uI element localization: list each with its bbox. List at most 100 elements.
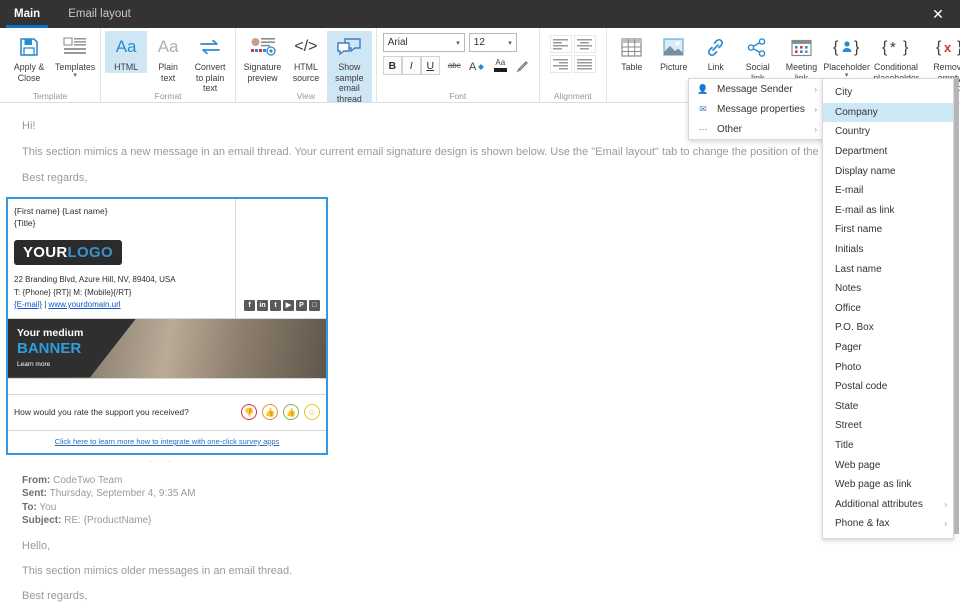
meeting-link-button[interactable]: Meeting link	[779, 31, 824, 83]
close-icon[interactable]: ✕	[916, 0, 960, 28]
submenu-item-phone-fax[interactable]: Phone & fax›	[823, 514, 953, 534]
tab-main[interactable]: Main	[0, 0, 54, 28]
menu-item-message-properties[interactable]: ✉ Message properties ›	[689, 99, 823, 119]
font-size-select[interactable]: 12 ▾	[469, 33, 517, 52]
submenu-item-postal-code[interactable]: Postal code	[823, 377, 953, 397]
chevron-right-icon: ›	[814, 85, 817, 94]
meeting-link-icon	[791, 34, 812, 60]
apply-and-close-button[interactable]: Apply & Close	[4, 31, 54, 83]
submenu-item-label: Company	[835, 107, 947, 118]
submenu-item-photo[interactable]: Photo	[823, 357, 953, 377]
submenu-scrollbar[interactable]	[954, 78, 959, 534]
submenu-item-last-name[interactable]: Last name	[823, 259, 953, 279]
table-button[interactable]: Table	[611, 31, 653, 73]
ribbon-group-font: Arial ▾ 12 ▾ B I U abc A	[377, 28, 540, 103]
social-link-icon	[747, 34, 768, 60]
rating-great-icon[interactable]: ☺	[304, 404, 320, 420]
font-family-select[interactable]: Arial ▾	[383, 33, 465, 52]
signature-editor-window: Main Email layout ✕ App	[0, 0, 960, 604]
signature-banner[interactable]: Your medium BANNER Learn more	[8, 319, 326, 379]
save-icon	[18, 34, 40, 60]
plain-text-button[interactable]: Aa Plain text	[147, 31, 189, 83]
twitter-icon[interactable]: t	[270, 300, 281, 311]
table-label: Table	[621, 62, 642, 73]
signature-block[interactable]: {First name} {Last name} {Title} YOURLOG…	[6, 197, 328, 455]
link-button[interactable]: Link	[695, 31, 737, 73]
submenu-item-notes[interactable]: Notes	[823, 279, 953, 299]
html-format-button[interactable]: Aa HTML	[105, 31, 147, 73]
signature-editor-canvas[interactable]: Hi! This section mimics a new message in…	[0, 103, 960, 604]
svg-text:}: }	[854, 39, 860, 56]
align-left-button[interactable]	[550, 35, 572, 53]
chevron-right-icon: ›	[944, 519, 947, 528]
chevron-down-icon[interactable]: ▾	[73, 73, 77, 79]
submenu-item-first-name[interactable]: First name	[823, 220, 953, 240]
underline-button[interactable]: U	[421, 56, 440, 75]
submenu-item-office[interactable]: Office	[823, 299, 953, 319]
clear-formatting-button[interactable]: A	[468, 56, 487, 75]
submenu-item-country[interactable]: Country	[823, 122, 953, 142]
html-format-label: HTML	[114, 62, 138, 73]
submenu-item-p-o-box[interactable]: P.O. Box	[823, 318, 953, 338]
svg-text:{: {	[882, 39, 888, 56]
banner-text: Your medium BANNER Learn more	[17, 327, 83, 368]
thread-closing: Best regards,	[22, 589, 938, 603]
linkedin-icon[interactable]: in	[257, 300, 268, 311]
youtube-icon[interactable]: ▶	[283, 300, 294, 311]
submenu-item-e-mail[interactable]: E-mail	[823, 181, 953, 201]
bold-button[interactable]: B	[383, 56, 402, 75]
facebook-icon[interactable]: f	[244, 300, 255, 311]
submenu-item-title[interactable]: Title	[823, 436, 953, 456]
thread-headers: From: CodeTwo Team Sent: Thursday, Septe…	[22, 474, 938, 528]
font-color-button[interactable]: Aa	[491, 56, 510, 75]
picture-button[interactable]: Picture	[653, 31, 695, 73]
pinterest-icon[interactable]: P	[296, 300, 307, 311]
submenu-item-department[interactable]: Department	[823, 142, 953, 162]
submenu-item-label: Additional attributes	[835, 499, 944, 510]
submenu-item-state[interactable]: State	[823, 397, 953, 417]
align-center-button[interactable]	[574, 35, 596, 53]
menu-item-message-sender[interactable]: 👤 Message Sender ›	[689, 79, 823, 99]
submenu-item-street[interactable]: Street	[823, 416, 953, 436]
submenu-item-display-name[interactable]: Display name	[823, 161, 953, 181]
instagram-icon[interactable]: □	[309, 300, 320, 311]
submenu-item-pager[interactable]: Pager	[823, 338, 953, 358]
rating-bad-icon[interactable]: 👎	[241, 404, 257, 420]
html-source-button[interactable]: </> HTML source	[285, 31, 327, 83]
convert-to-plain-text-button[interactable]: Convert to plain text	[189, 31, 231, 94]
submenu-item-label: Web page as link	[835, 479, 947, 490]
submenu-item-additional-attributes[interactable]: Additional attributes›	[823, 494, 953, 514]
submenu-item-company[interactable]: Company	[823, 103, 953, 123]
submenu-item-web-page-as-link[interactable]: Web page as link	[823, 475, 953, 495]
group-label-font: Font	[377, 91, 539, 101]
placeholder-menu: 👤 Message Sender › ✉ Message properties …	[688, 78, 824, 140]
older-message-section: From: CodeTwo Team Sent: Thursday, Septe…	[0, 466, 960, 604]
templates-label: Templates	[55, 62, 95, 73]
email-link[interactable]: {E-mail}	[14, 300, 42, 309]
submenu-item-initials[interactable]: Initials	[823, 240, 953, 260]
align-right-button[interactable]	[550, 55, 572, 73]
rating-good-icon[interactable]: 👍	[283, 404, 299, 420]
website-link[interactable]: www.yourdomain.url	[49, 300, 121, 309]
italic-button[interactable]: I	[402, 56, 421, 75]
social-link-button[interactable]: Social link	[737, 31, 779, 83]
strikethrough-button[interactable]: abc	[445, 56, 464, 75]
submenu-item-web-page[interactable]: Web page	[823, 455, 953, 475]
tab-email-layout[interactable]: Email layout	[54, 0, 145, 28]
submenu-item-e-mail-as-link[interactable]: E-mail as link	[823, 201, 953, 221]
rating-poor-icon[interactable]: 👍	[262, 404, 278, 420]
placeholder-button[interactable]: { } Placeholder ▾	[824, 31, 869, 79]
remove-empty-icon: { x }	[936, 34, 960, 60]
submenu-item-label: Office	[835, 303, 947, 314]
signature-preview-button[interactable]: Signature preview	[240, 31, 285, 83]
templates-button[interactable]: Templates ▾	[54, 31, 96, 79]
picture-label: Picture	[660, 62, 687, 73]
convert-to-plain-text-label: Convert to plain text	[194, 62, 226, 94]
survey-learn-more-link[interactable]: Click here to learn more how to integrat…	[55, 437, 280, 446]
format-painter-button[interactable]	[514, 56, 533, 75]
signature-address: 22 Branding Blvd, Azure Hill, NV, 89404,…	[14, 274, 229, 287]
menu-item-other[interactable]: ⋯ Other ›	[689, 119, 823, 139]
submenu-item-city[interactable]: City	[823, 83, 953, 103]
align-justify-button[interactable]	[574, 55, 596, 73]
signature-spacer	[8, 379, 326, 395]
